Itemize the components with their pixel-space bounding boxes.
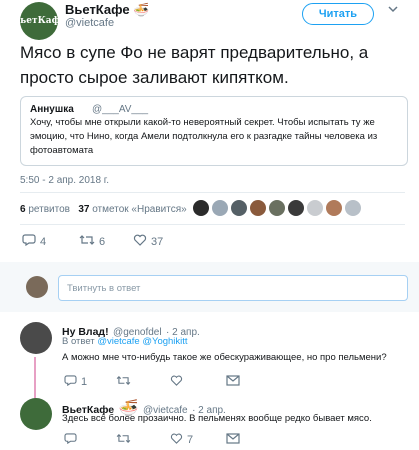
liker-avatar[interactable] [250,200,266,216]
comment-text: Здесь всё более прозаично. В пельменях в… [62,413,372,424]
reply-action[interactable] [64,433,77,447]
bowl-emoji-icon: 🍜 [133,2,150,17]
reply-icon [64,433,77,447]
reply-to-link[interactable]: @vietcafe @Yoghikitt [97,336,187,347]
author-name[interactable]: ВьетКафе 🍜 [65,2,149,18]
heart-icon [133,234,147,249]
heart-icon [170,375,183,389]
quote-text: Хочу, чтобы мне открыли какой-то невероя… [30,117,378,156]
liker-avatar[interactable] [345,200,361,216]
mail-icon [226,375,240,389]
quote-author-handle: @___AV___ [92,104,149,115]
reply-action[interactable]: 4 [22,234,46,249]
author-handle[interactable]: @vietcafe [65,17,114,29]
retweet-action[interactable]: 6 [79,234,105,249]
retweet-icon [79,234,95,249]
reply-count: 1 [81,376,88,388]
likes-stat[interactable]: 37 отметок «Нравится» [78,204,186,215]
reply-icon [22,234,36,249]
likes-count: 37 [78,204,90,215]
chevron-down-icon[interactable] [388,4,398,16]
like-count: 37 [151,235,164,248]
comment-text: А можно мне что-нибудь такое же обескура… [62,352,387,363]
liker-avatar[interactable] [212,200,228,216]
liker-avatar[interactable] [288,200,304,216]
reply-count: 4 [40,235,47,248]
thread-line [34,357,36,399]
retweets-label: ретвитов [28,204,70,215]
current-user-avatar [26,276,48,298]
author-avatar[interactable]: ВьетКафе [13,2,65,40]
reply-action[interactable]: 1 [64,375,87,389]
retweets-count: 6 [20,204,26,215]
quote-author-name: Аннушка [30,104,74,115]
retweet-count: 6 [99,235,106,248]
retweet-icon [116,375,131,389]
tweet-text: Мясо в супе Фо не варят предварительно, … [20,43,369,87]
likes-label: отметок «Нравится» [92,204,187,215]
message-action[interactable] [226,433,240,447]
liker-avatar[interactable] [269,200,285,216]
reply-prefix: В ответ [62,336,95,347]
tweet-timestamp[interactable]: 5:50 - 2 апр. 2018 г. [20,175,109,186]
tweet-stats: 6 ретвитов 37 отметок «Нравится» [20,204,187,215]
comment-avatar[interactable] [20,322,52,354]
reply-context: В ответ @vietcafe @Yoghikitt [62,336,188,347]
retweet-icon [116,433,131,447]
liker-avatar[interactable] [307,200,323,216]
divider [20,192,405,193]
author-name-text: ВьетКафе [65,2,130,17]
reply-icon [64,375,77,389]
retweet-action[interactable] [116,433,131,447]
divider [20,224,405,225]
liker-avatar[interactable] [326,200,342,216]
reply-input[interactable]: Твитнуть в ответ [58,275,408,301]
heart-icon [170,433,183,447]
liker-avatar[interactable] [231,200,247,216]
like-action[interactable]: 37 [133,234,163,249]
retweet-action[interactable] [116,375,131,389]
liker-avatar[interactable] [193,200,209,216]
follow-button[interactable]: Читать [302,3,374,25]
mail-icon [226,433,240,447]
comment-avatar[interactable] [20,398,52,430]
like-count: 7 [187,434,194,446]
like-action[interactable]: 7 [170,433,193,447]
like-action[interactable] [170,375,183,389]
message-action[interactable] [226,375,240,389]
retweets-stat[interactable]: 6 ретвитов [20,204,70,215]
